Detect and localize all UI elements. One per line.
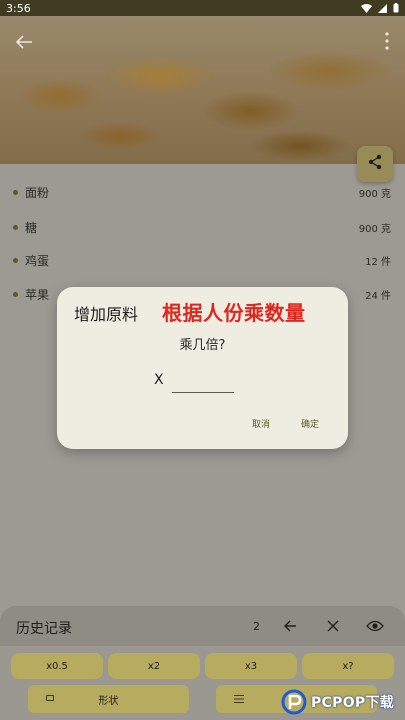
- ingredient-row[interactable]: 面粉 900 克: [0, 174, 405, 210]
- ingredient-row[interactable]: 鸡蛋 12 件: [0, 242, 405, 278]
- ingredient-quantity: 900 克: [358, 223, 391, 235]
- dialog-title: 增加原料: [74, 305, 139, 324]
- multiply-2-button[interactable]: x2: [108, 653, 200, 679]
- eye-icon[interactable]: [365, 616, 385, 636]
- back-arrow-icon[interactable]: [280, 616, 300, 636]
- multiply-half-button[interactable]: x0.5: [11, 653, 103, 679]
- signal-icon: [378, 3, 387, 13]
- ingredient-name: 苹果: [25, 287, 50, 302]
- multiply-custom-button[interactable]: x?: [302, 653, 394, 679]
- share-button[interactable]: [357, 146, 393, 182]
- ingredient-row[interactable]: 糖 900 克: [0, 209, 405, 245]
- recipe-hero-image: [0, 16, 405, 164]
- ingredient-name: 面粉: [25, 185, 50, 200]
- annotation-text: 根据人份乘数量: [162, 301, 306, 325]
- multiplier-x-label: X: [154, 372, 164, 388]
- close-icon[interactable]: [323, 616, 343, 636]
- pcpop-logo-icon: [281, 689, 307, 715]
- history-count: 2: [253, 620, 260, 633]
- status-time: 3:56: [6, 1, 31, 15]
- shape-button[interactable]: 形状: [28, 685, 189, 713]
- multiply-dialog: 增加原料 根据人份乘数量 乘几倍? X 取消 确定: [57, 287, 348, 449]
- watermark-text: PCPOP下载: [311, 695, 395, 711]
- shape-icon: [46, 695, 54, 701]
- shape-label: 形状: [98, 695, 119, 707]
- dialog-question: 乘几倍?: [179, 338, 226, 353]
- back-arrow-icon[interactable]: [12, 30, 36, 54]
- multiplier-input[interactable]: [172, 371, 234, 393]
- status-bar: 3:56: [0, 0, 405, 16]
- share-icon: [367, 154, 383, 174]
- wifi-icon: [361, 3, 372, 13]
- bullet-icon: [13, 189, 18, 195]
- list-icon: [234, 694, 244, 704]
- battery-icon: [393, 3, 399, 13]
- ingredient-quantity: 900 克: [358, 188, 391, 200]
- bullet-icon: [13, 291, 18, 297]
- cancel-button[interactable]: 取消: [252, 417, 270, 430]
- bullet-icon: [13, 224, 18, 230]
- ingredient-quantity: 24 件: [365, 290, 391, 302]
- bullet-icon: [13, 257, 18, 263]
- history-panel-header: 历史记录 2: [0, 606, 405, 646]
- watermark: PCPOP下载: [281, 684, 405, 720]
- multiply-3-button[interactable]: x3: [205, 653, 297, 679]
- history-title: 历史记录: [16, 621, 72, 637]
- more-vert-icon[interactable]: [383, 30, 391, 52]
- ingredient-quantity: 12 件: [365, 256, 391, 268]
- ingredient-name: 糖: [25, 220, 38, 235]
- ok-button[interactable]: 确定: [301, 417, 319, 430]
- ingredient-name: 鸡蛋: [25, 253, 50, 268]
